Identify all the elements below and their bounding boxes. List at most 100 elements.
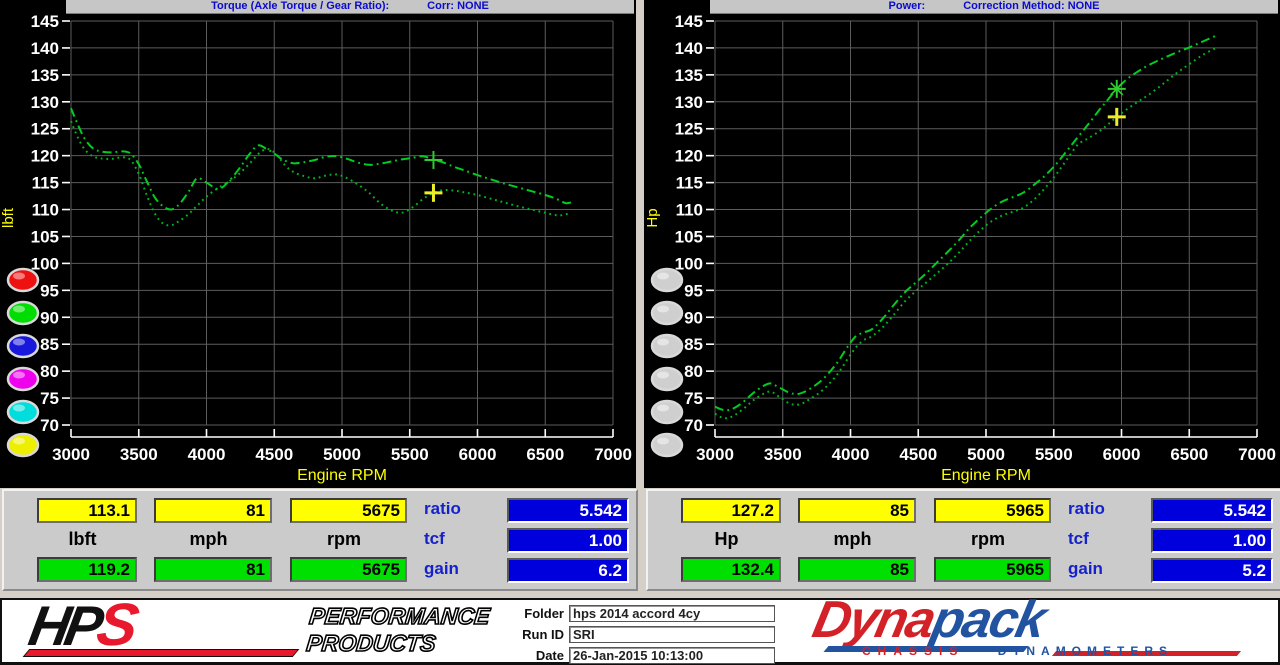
run-select-button-4[interactable] [8, 368, 38, 390]
power-header-correction: Correction Method: NONE [963, 0, 1099, 13]
x-axis-title: Engine RPM [297, 467, 387, 484]
run-select-button-4[interactable] [652, 368, 682, 390]
gain-label: gain [1068, 558, 1130, 580]
folder-row: Folder hps 2014 accord 4cy [502, 605, 782, 622]
x-tick-label: 6500 [1170, 445, 1208, 464]
y-tick-label: 75 [684, 389, 703, 408]
gain-label: gain [424, 558, 486, 580]
x-tick-label: 6000 [459, 445, 497, 464]
y-tick-label: 135 [675, 66, 703, 85]
y-tick-label: 145 [31, 13, 59, 31]
button-highlight [13, 306, 25, 313]
folder-label: Folder [502, 606, 564, 621]
y-tick-label: 110 [32, 201, 59, 220]
button-highlight [13, 339, 25, 346]
speed-unit-label: mph [154, 527, 263, 551]
hps-products-text: PRODUCTS [305, 630, 488, 657]
y-tick-label: 120 [31, 147, 59, 166]
run-id-field[interactable]: SRI [569, 626, 775, 643]
tcf-label: tcf [424, 528, 486, 550]
torque-current-mph: 81 [154, 557, 272, 582]
y-tick-label: 105 [31, 227, 59, 246]
run-select-button-1[interactable] [8, 269, 38, 291]
gain-value: 5.2 [1151, 558, 1273, 583]
button-highlight [657, 372, 669, 379]
ratio-value: 5.542 [1151, 498, 1273, 523]
y-tick-label: 80 [684, 362, 703, 381]
x-tick-label: 5500 [1035, 445, 1073, 464]
y-tick-label: 145 [675, 13, 703, 31]
x-tick-label: 5000 [967, 445, 1005, 464]
footer-bar: HPS PERFORMANCE PRODUCTS Folder hps 2014… [0, 598, 1280, 665]
y-tick-label: 70 [40, 416, 59, 435]
torque-chart[interactable]: 7075808590951001051101151201251301351401… [0, 13, 636, 488]
y-tick-label: 130 [675, 93, 703, 112]
power-header-title: Power: [889, 0, 926, 13]
tcf-value: 1.00 [1151, 528, 1273, 553]
y-tick-label: 90 [684, 308, 703, 327]
run-select-button-3[interactable] [8, 335, 38, 357]
rpm-unit-label: rpm [290, 527, 398, 551]
power-current-value: 132.4 [681, 557, 781, 582]
dyno-application-window: Torque (Axle Torque / Gear Ratio): Corr:… [0, 0, 1280, 665]
dynapack-pack-text: pack [927, 591, 1050, 649]
date-field[interactable]: 26-Jan-2015 10:13:00 [569, 647, 775, 664]
x-tick-label: 4000 [188, 445, 226, 464]
y-tick-label: 85 [684, 335, 703, 354]
torque-current-value: 119.2 [37, 557, 137, 582]
power-chart[interactable]: 7075808590951001051101151201251301351401… [644, 13, 1280, 488]
dynapack-logo-text: Dynapack [808, 592, 1050, 648]
torque-chart-panel: Torque (Axle Torque / Gear Ratio): Corr:… [0, 0, 636, 488]
torque-header: Torque (Axle Torque / Gear Ratio): Corr:… [66, 0, 634, 14]
y-tick-label: 100 [31, 254, 59, 273]
x-tick-label: 6000 [1103, 445, 1141, 464]
y-tick-label: 75 [40, 389, 59, 408]
run-select-button-6[interactable] [8, 434, 38, 456]
y-tick-label: 95 [684, 281, 703, 300]
run-select-button-2[interactable] [8, 302, 38, 324]
hps-logo-subtitle: PERFORMANCE PRODUCTS [305, 603, 491, 657]
torque-header-title: Torque (Axle Torque / Gear Ratio): [211, 0, 389, 13]
button-highlight [13, 438, 25, 445]
x-tick-label: 3500 [764, 445, 802, 464]
run-id-row: Run ID SRI [502, 626, 782, 643]
hps-logo-text: HPS [25, 595, 139, 656]
x-tick-label: 6500 [526, 445, 564, 464]
run-select-button-5[interactable] [8, 401, 38, 423]
y-tick-label: 130 [31, 93, 59, 112]
run-id-label: Run ID [502, 627, 564, 642]
run-select-button-1[interactable] [652, 269, 682, 291]
ratio-value: 5.542 [507, 498, 629, 523]
x-tick-label: 4500 [899, 445, 937, 464]
date-label: Date [502, 648, 564, 663]
y-tick-label: 80 [40, 362, 59, 381]
run-select-button-3[interactable] [652, 335, 682, 357]
y-tick-label: 125 [675, 120, 703, 139]
y-tick-label: 105 [675, 227, 703, 246]
tcf-value: 1.00 [507, 528, 629, 553]
date-row: Date 26-Jan-2015 10:13:00 [502, 647, 782, 664]
hps-logo: HPS PERFORMANCE PRODUCTS [20, 601, 490, 659]
x-tick-label: 4500 [255, 445, 293, 464]
x-tick-label: 3000 [52, 445, 90, 464]
speed-unit-label: mph [798, 527, 907, 551]
run-select-button-2[interactable] [652, 302, 682, 324]
button-highlight [13, 405, 25, 412]
power-header: Power: Correction Method: NONE [710, 0, 1278, 14]
torque-baseline-value: 113.1 [37, 498, 137, 523]
ratio-label: ratio [424, 498, 486, 520]
x-tick-label: 5000 [323, 445, 361, 464]
y-axis-title: lbft [0, 207, 17, 228]
run-select-button-6[interactable] [652, 434, 682, 456]
baseline-run-power-curve [715, 49, 1215, 419]
hps-logo-hp: HP [24, 594, 103, 657]
button-highlight [657, 339, 669, 346]
run-info-form: Folder hps 2014 accord 4cy Run ID SRI Da… [502, 605, 782, 665]
run-select-button-5[interactable] [652, 401, 682, 423]
power-readout-panel: 127.2 85 5965 Hp mph rpm 132.4 85 5965 r… [646, 489, 1280, 591]
x-tick-label: 5500 [391, 445, 429, 464]
x-tick-label: 7000 [1238, 445, 1276, 464]
folder-field[interactable]: hps 2014 accord 4cy [569, 605, 775, 622]
hps-performance-text: PERFORMANCE [308, 603, 491, 630]
torque-baseline-mph: 81 [154, 498, 272, 523]
